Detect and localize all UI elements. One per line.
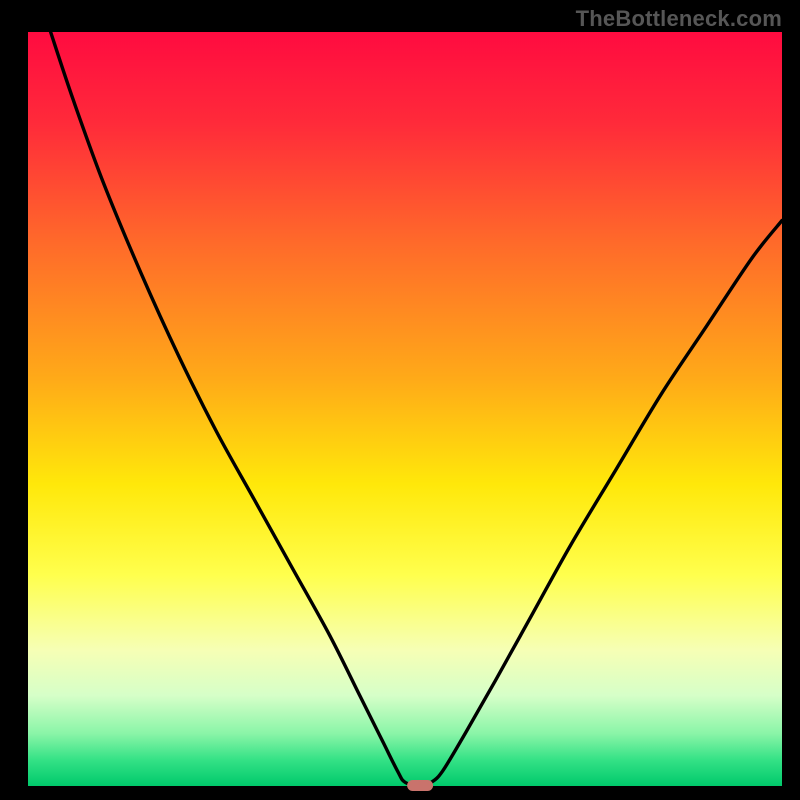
watermark-text: TheBottleneck.com bbox=[576, 6, 782, 32]
plot-background bbox=[28, 32, 782, 786]
optimal-marker-pill bbox=[407, 780, 433, 791]
bottleneck-chart bbox=[0, 0, 800, 800]
optimal-marker bbox=[407, 780, 433, 791]
chart-frame: TheBottleneck.com bbox=[0, 0, 800, 800]
